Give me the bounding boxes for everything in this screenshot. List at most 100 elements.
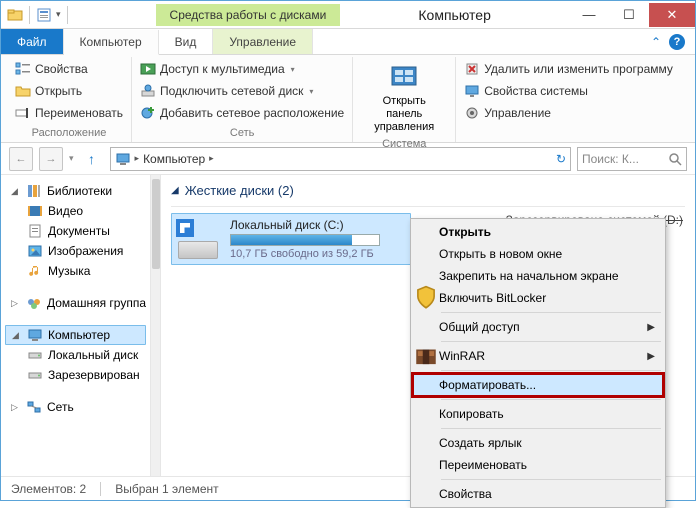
computer-icon (27, 327, 43, 343)
ribbon-properties[interactable]: Свойства (15, 59, 123, 79)
nav-local-disk-label: Локальный диск (48, 348, 138, 362)
ribbon-rename[interactable]: Переименовать (15, 103, 123, 123)
ctx-sharing[interactable]: Общий доступ▶ (413, 316, 663, 338)
drive-name: Локальный диск (C:) (230, 218, 406, 232)
ctx-shortcut-label: Создать ярлык (439, 436, 522, 450)
nav-local-disk[interactable]: Локальный диск (5, 345, 146, 365)
up-button[interactable]: ↑ (80, 147, 104, 171)
collapse-icon[interactable]: ◢ (171, 185, 179, 196)
help-icon[interactable]: ? (669, 34, 685, 50)
nav-pictures[interactable]: Изображения (5, 241, 146, 261)
expand-icon[interactable]: ◢ (11, 186, 21, 197)
nav-homegroup-label: Домашняя группа (47, 296, 146, 310)
navigation-pane: ◢Библиотеки Видео Документы Изображения … (1, 175, 151, 476)
nav-libraries[interactable]: ◢Библиотеки (5, 181, 146, 201)
drive-large-icon (176, 219, 220, 259)
nav-video-label: Видео (48, 204, 83, 218)
nav-music[interactable]: Музыка (5, 261, 146, 281)
search-icon (668, 152, 682, 166)
ribbon-uninstall[interactable]: Удалить или изменить программу (464, 59, 673, 79)
nav-computer[interactable]: ◢Компьютер (5, 325, 146, 345)
ribbon-sysprops-label: Свойства системы (484, 84, 588, 98)
ctx-winrar[interactable]: WinRAR ▶ (413, 345, 663, 367)
close-button[interactable]: ✕ (649, 3, 695, 27)
qat-dropdown-icon[interactable]: ▾ (56, 9, 61, 20)
breadcrumb[interactable]: Компьютер (143, 152, 205, 166)
contextual-tab-label: Средства работы с дисками (156, 4, 341, 26)
ctx-copy[interactable]: Копировать (413, 403, 663, 425)
gear-icon (464, 105, 480, 121)
properties-icon[interactable] (36, 7, 52, 23)
expand-icon[interactable]: ◢ (12, 330, 22, 341)
add-location-icon (140, 105, 156, 121)
group-header-label: Жесткие диски (2) (185, 183, 294, 198)
folder-icon (7, 7, 23, 23)
address-bar[interactable]: ▸ Компьютер ▸ ↻ (110, 147, 571, 171)
search-placeholder: Поиск: К... (582, 152, 639, 166)
search-input[interactable]: Поиск: К... (577, 147, 687, 171)
homegroup-icon (26, 295, 42, 311)
tab-manage[interactable]: Управление (213, 29, 313, 54)
address-row: ← → ▾ ↑ ▸ Компьютер ▸ ↻ Поиск: К... (1, 143, 695, 175)
ctx-pin-start[interactable]: Закрепить на начальном экране (413, 265, 663, 287)
ribbon-control-panel[interactable]: Открыть панель управления (361, 59, 447, 136)
maximize-button[interactable]: ☐ (609, 3, 649, 27)
nav-video[interactable]: Видео (5, 201, 146, 221)
ribbon-rename-label: Переименовать (35, 106, 123, 120)
nav-homegroup[interactable]: ▷ Домашняя группа (5, 293, 146, 313)
back-button[interactable]: ← (9, 147, 33, 171)
ctx-format[interactable]: Форматировать... (413, 374, 663, 396)
open-folder-icon (15, 83, 31, 99)
uninstall-icon (464, 61, 480, 77)
tab-computer[interactable]: Компьютер (64, 30, 159, 55)
dropdown-icon: ▾ (291, 65, 295, 74)
ctx-properties-label: Свойства (439, 487, 492, 501)
nav-scrollbar[interactable] (151, 175, 161, 476)
tab-file[interactable]: Файл (1, 29, 64, 54)
ctx-open[interactable]: Открыть (413, 221, 663, 243)
ribbon-system-properties[interactable]: Свойства системы (464, 81, 673, 101)
context-menu: Открыть Открыть в новом окне Закрепить н… (410, 218, 666, 508)
control-panel-icon (388, 61, 420, 93)
submenu-arrow-icon: ▶ (647, 351, 655, 362)
ctx-bitlocker[interactable]: Включить BitLocker (413, 287, 663, 309)
chevron-right-icon[interactable]: ▸ (209, 153, 214, 164)
minimize-button[interactable]: — (569, 3, 609, 27)
ribbon-map-drive[interactable]: Подключить сетевой диск▾ (140, 81, 344, 101)
nav-documents[interactable]: Документы (5, 221, 146, 241)
refresh-icon[interactable]: ↻ (556, 152, 566, 166)
chevron-right-icon[interactable]: ▸ (135, 153, 140, 164)
forward-button[interactable]: → (39, 147, 63, 171)
ctx-open-new-window[interactable]: Открыть в новом окне (413, 243, 663, 265)
ctx-properties[interactable]: Свойства (413, 483, 663, 505)
nav-reserved-label: Зарезервирован (48, 368, 140, 382)
tab-view[interactable]: Вид (159, 29, 214, 54)
history-dropdown-icon[interactable]: ▾ (69, 153, 74, 164)
winrar-icon (413, 343, 439, 369)
ctx-rename-label: Переименовать (439, 458, 527, 472)
collapse-ribbon-icon[interactable]: ⌃ (651, 35, 661, 49)
ribbon-media-label: Доступ к мультимедиа (160, 62, 285, 76)
ribbon-open[interactable]: Открыть (15, 81, 123, 101)
expand-icon[interactable]: ▷ (11, 402, 21, 413)
window-title: Компьютер (340, 7, 569, 23)
expand-icon[interactable]: ▷ (11, 298, 21, 309)
ctx-open-label: Открыть (439, 225, 491, 239)
ctx-winrar-label: WinRAR (439, 349, 485, 363)
titlebar: ▾ Средства работы с дисками Компьютер — … (1, 1, 695, 29)
ctx-rename[interactable]: Переименовать (413, 454, 663, 476)
ctx-open-new-label: Открыть в новом окне (439, 247, 562, 261)
documents-icon (27, 223, 43, 239)
nav-reserved[interactable]: Зарезервирован (5, 365, 146, 385)
ctx-sharing-label: Общий доступ (439, 320, 520, 334)
group-header-hard-drives[interactable]: ◢ Жесткие диски (2) (171, 181, 685, 207)
ctx-create-shortcut[interactable]: Создать ярлык (413, 432, 663, 454)
ribbon-manage[interactable]: Управление (464, 103, 673, 123)
ribbon: Свойства Открыть Переименовать Расположе… (1, 55, 695, 143)
ctx-bitlocker-label: Включить BitLocker (439, 291, 546, 305)
drive-item-c[interactable]: Локальный диск (C:) 10,7 ГБ свободно из … (171, 213, 411, 265)
ribbon-media-access[interactable]: Доступ к мультимедиа ▾ (140, 59, 344, 79)
nav-network[interactable]: ▷Сеть (5, 397, 146, 417)
status-item-count: Элементов: 2 (11, 482, 86, 496)
ribbon-add-location[interactable]: Добавить сетевое расположение (140, 103, 344, 123)
